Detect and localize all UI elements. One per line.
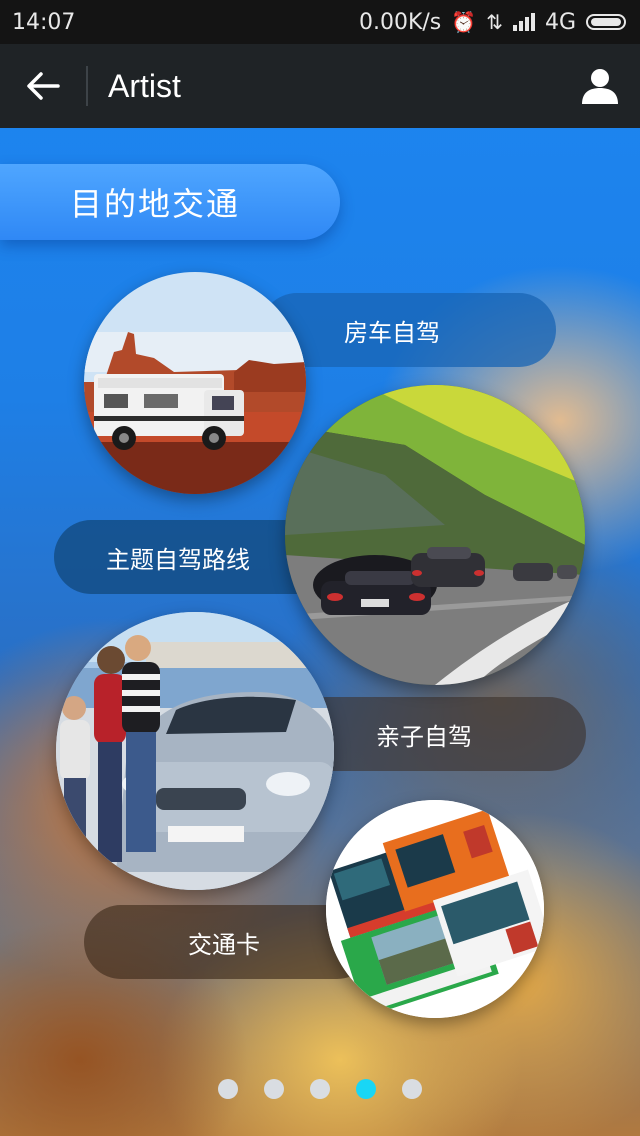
menu-item-label: 亲子自驾 bbox=[376, 722, 472, 751]
page-title: Artist bbox=[108, 67, 181, 104]
back-button[interactable] bbox=[0, 44, 86, 128]
section-title-pill: 目的地交通 bbox=[0, 164, 340, 240]
menu-item-family-driving[interactable]: 亲子自驾 bbox=[290, 697, 586, 771]
pager-dot-active[interactable] bbox=[356, 1079, 376, 1099]
menu-item-rv-driving[interactable]: 房车自驾 bbox=[260, 293, 556, 367]
back-arrow-icon bbox=[27, 72, 60, 100]
data-arrows-icon: ⇅ bbox=[486, 10, 503, 34]
battery-icon bbox=[586, 14, 626, 30]
net-speed: 0.00K/s bbox=[358, 9, 442, 35]
menu-item-label: 主题自驾路线 bbox=[106, 545, 250, 574]
sports-cars-road-photo[interactable] bbox=[285, 385, 585, 685]
app-bar: Artist bbox=[0, 44, 640, 128]
pager-dot[interactable] bbox=[218, 1079, 238, 1099]
section-title: 目的地交通 bbox=[70, 185, 241, 223]
status-bar: 14:07 0.00K/s ⏰ ⇅ 4G bbox=[0, 0, 640, 44]
menu-item-label: 交通卡 bbox=[188, 930, 260, 959]
family-car-photo[interactable] bbox=[56, 612, 334, 890]
pager-dot[interactable] bbox=[402, 1079, 422, 1099]
rv-motorhome-photo[interactable] bbox=[84, 272, 306, 494]
pager-dot[interactable] bbox=[264, 1079, 284, 1099]
network-type: 4G bbox=[544, 9, 576, 35]
user-button[interactable] bbox=[560, 44, 640, 128]
pager-dots bbox=[0, 1079, 640, 1101]
menu-item-label: 房车自驾 bbox=[344, 318, 440, 347]
status-time: 14:07 bbox=[12, 9, 76, 35]
alarm-icon: ⏰ bbox=[451, 10, 477, 34]
pager-dot[interactable] bbox=[310, 1079, 330, 1099]
user-icon bbox=[582, 69, 618, 104]
signal-icon bbox=[512, 13, 535, 31]
transit-cards-photo[interactable] bbox=[326, 800, 544, 1018]
appbar-divider bbox=[86, 66, 88, 106]
